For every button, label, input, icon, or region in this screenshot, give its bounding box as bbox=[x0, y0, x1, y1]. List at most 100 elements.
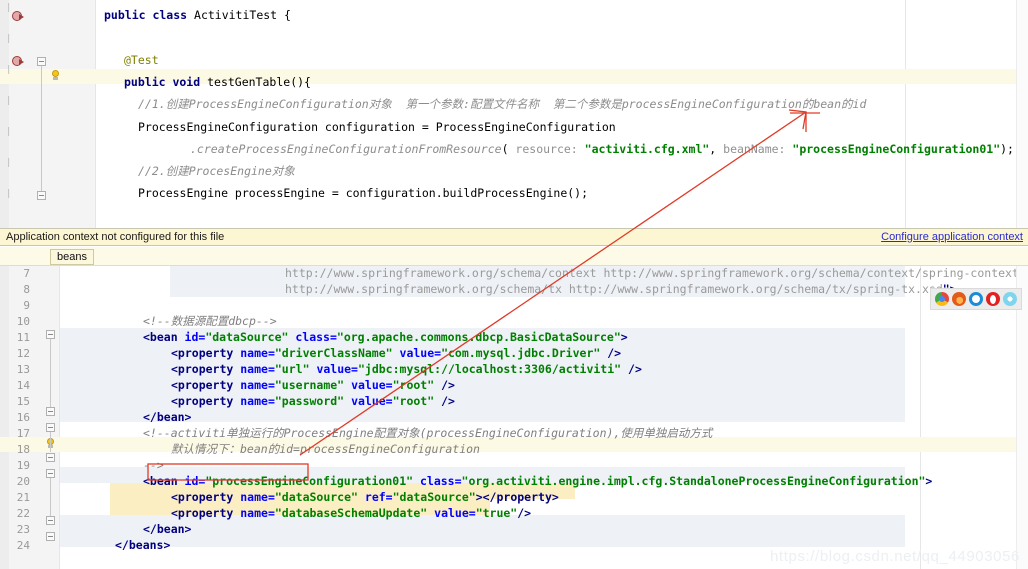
code-line[interactable]: </bean> bbox=[143, 410, 191, 425]
chrome-icon[interactable] bbox=[935, 292, 949, 306]
line-number: 21 bbox=[16, 491, 30, 504]
code-token: "processEngineConfiguration01" bbox=[205, 474, 414, 488]
code-line[interactable]: public void testGenTable(){ bbox=[124, 75, 311, 90]
code-line[interactable]: //1.创建ProcessEngineConfiguration对象 第一个参数… bbox=[138, 97, 866, 112]
code-line[interactable]: <property name="username" value="root" /… bbox=[171, 378, 455, 393]
ie-icon[interactable] bbox=[969, 292, 983, 306]
code-line[interactable]: --> bbox=[143, 458, 164, 473]
fold-marker-comment[interactable] bbox=[46, 423, 55, 432]
code-line[interactable]: 默认情况下：bean的id=processEngineConfiguration bbox=[171, 442, 480, 457]
fold-marker-bean-end[interactable] bbox=[46, 407, 55, 416]
fold-marker-comment-end[interactable] bbox=[46, 453, 55, 462]
code-line[interactable]: <bean id="processEngineConfiguration01" … bbox=[143, 474, 932, 489]
code-line[interactable]: .createProcessEngineConfigurationFromRes… bbox=[190, 142, 1014, 157]
code-token: "databaseSchemaUpdate" bbox=[274, 506, 428, 520]
line-number: 10 bbox=[16, 315, 30, 328]
firefox-icon[interactable] bbox=[952, 292, 966, 306]
fold-bar-bean bbox=[50, 339, 51, 407]
code-token: "true" bbox=[475, 506, 518, 520]
code-token: <!--activiti单独运行的ProcessEngine配置对象(proce… bbox=[143, 426, 713, 440]
fold-marker-bean[interactable] bbox=[46, 330, 55, 339]
code-token: public class bbox=[104, 8, 195, 22]
code-line[interactable]: http://www.springframework.org/schema/tx… bbox=[285, 282, 957, 297]
csdn-watermark: https://blog.csdn.net/qq_44903056 bbox=[770, 548, 1020, 565]
code-token: <property bbox=[171, 394, 241, 408]
code-line[interactable]: http://www.springframework.org/schema/co… bbox=[285, 266, 1028, 281]
fold-marker-bean2[interactable] bbox=[46, 469, 55, 478]
code-line[interactable]: <property name="databaseSchemaUpdate" va… bbox=[171, 506, 531, 521]
line-number: 24 bbox=[16, 539, 30, 552]
code-token: //2.创建ProcesEngine对象 bbox=[138, 164, 295, 179]
code-token: <property bbox=[171, 378, 241, 392]
code-token: 默认情况下：bean的id=processEngineConfiguration bbox=[171, 442, 480, 456]
code-token: @Test bbox=[124, 52, 159, 67]
code-token: "dataSource" bbox=[274, 490, 358, 504]
code-token: "dataSource" bbox=[205, 330, 289, 344]
code-line[interactable]: //2.创建ProcesEngine对象 bbox=[138, 164, 295, 179]
line-number: 8 bbox=[23, 283, 30, 296]
code-line[interactable]: </bean> bbox=[143, 522, 191, 537]
notification-message: Application context not configured for t… bbox=[6, 231, 225, 243]
line-number: 13 bbox=[16, 363, 30, 376]
java-editor-gutter[interactable] bbox=[0, 0, 96, 228]
code-token: ( bbox=[501, 141, 516, 156]
code-token: /> bbox=[517, 506, 532, 520]
code-token: value= bbox=[399, 346, 442, 360]
xml-right-margin-line bbox=[920, 266, 921, 569]
java-code-editor[interactable]: | | | | | | | public class ActivitiTest … bbox=[0, 0, 1028, 228]
intention-bulb-icon[interactable] bbox=[50, 70, 61, 82]
code-line[interactable]: </beans> bbox=[115, 538, 170, 553]
line-number: 19 bbox=[16, 459, 30, 472]
configure-application-context-link[interactable]: Configure application context bbox=[881, 231, 1023, 243]
safari-icon[interactable] bbox=[1003, 292, 1017, 306]
code-token: "com.mysql.jdbc.Driver" bbox=[441, 346, 601, 360]
fold-marker-beans-end[interactable] bbox=[46, 532, 55, 541]
code-line[interactable]: <property name="url" value="jdbc:mysql:/… bbox=[171, 362, 642, 377]
change-mark: | bbox=[6, 127, 12, 137]
java-fold-column[interactable] bbox=[78, 0, 96, 228]
line-number: 17 bbox=[16, 427, 30, 440]
line-number: 11 bbox=[16, 331, 30, 344]
fold-marker-bean2-end[interactable] bbox=[46, 516, 55, 525]
code-line[interactable]: <!--activiti单独运行的ProcessEngine配置对象(proce… bbox=[143, 426, 712, 441]
code-token: </bean> bbox=[143, 410, 192, 424]
code-line[interactable]: ProcessEngine processEngine = configurat… bbox=[138, 186, 588, 201]
xml-code-editor[interactable]: http://www.springframework.org/schema/co… bbox=[0, 266, 1028, 569]
code-token: </beans> bbox=[115, 538, 171, 552]
xml-marker-strip[interactable] bbox=[1016, 266, 1028, 569]
code-line[interactable]: <property name="password" value="root" /… bbox=[171, 394, 455, 409]
java-marker-strip[interactable] bbox=[1016, 0, 1028, 228]
code-line[interactable]: <property name="dataSource" ref="dataSou… bbox=[171, 490, 559, 505]
code-token: class= bbox=[419, 474, 462, 488]
code-token: testGenTable bbox=[207, 74, 291, 89]
code-line[interactable]: @Test bbox=[124, 53, 159, 68]
application-context-notification-bar: Application context not configured for t… bbox=[0, 228, 1028, 246]
code-token: //1.创建ProcessEngineConfiguration对象 第一个参数… bbox=[138, 97, 867, 112]
code-line[interactable]: public class ActivitiTest { bbox=[104, 8, 291, 23]
opera-icon[interactable] bbox=[986, 292, 1000, 306]
code-token: public void bbox=[124, 74, 208, 89]
change-mark: | bbox=[6, 65, 12, 75]
change-mark: | bbox=[6, 158, 12, 168]
code-line[interactable]: <property name="driverClassName" value="… bbox=[171, 346, 621, 361]
code-token: ProcessEngineConfiguration configuration… bbox=[138, 119, 616, 134]
breadcrumb-item-beans[interactable]: beans bbox=[50, 249, 94, 265]
run-class-icon[interactable] bbox=[12, 10, 25, 23]
code-token: name= bbox=[240, 362, 275, 376]
code-line[interactable]: <bean id="dataSource" class="org.apache.… bbox=[143, 330, 628, 345]
code-token: /> bbox=[434, 394, 455, 408]
fold-marker-method-end[interactable] bbox=[37, 191, 46, 200]
line-number: 9 bbox=[23, 299, 30, 312]
fold-bar-method bbox=[41, 66, 42, 192]
run-test-method-icon[interactable] bbox=[12, 55, 25, 68]
code-line[interactable]: <!--数据源配置dbcp--> bbox=[143, 314, 277, 329]
code-line[interactable]: ProcessEngineConfiguration configuration… bbox=[138, 120, 616, 135]
browser-preview-strip[interactable] bbox=[930, 288, 1022, 310]
fold-marker-method[interactable] bbox=[37, 57, 46, 66]
code-token: name= bbox=[240, 346, 275, 360]
code-token: "processEngineConfiguration01" bbox=[792, 141, 1001, 156]
line-number: 14 bbox=[16, 379, 30, 392]
code-token: "username" bbox=[274, 378, 345, 392]
